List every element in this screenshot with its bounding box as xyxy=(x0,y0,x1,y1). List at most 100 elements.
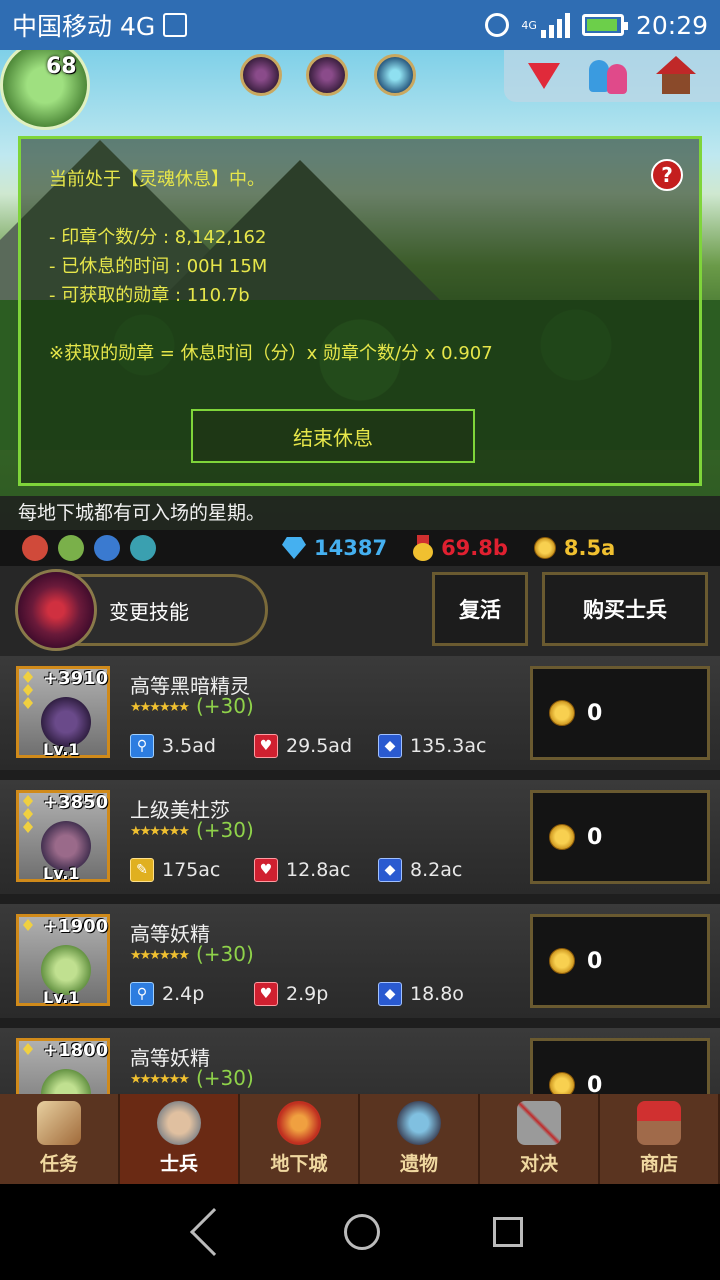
hero-icon[interactable] xyxy=(94,535,120,561)
friends-icon[interactable] xyxy=(587,56,629,96)
bottom-tab-bar: 任务 士兵 地下城 遗物 对决 商店 xyxy=(0,1094,720,1184)
buy-soldier-button[interactable]: 购买士兵 xyxy=(542,572,708,646)
tip-bar: 每地下城都有可入场的星期。 xyxy=(0,496,720,530)
hero-icon[interactable] xyxy=(58,535,84,561)
image-notification-icon xyxy=(163,13,188,37)
soldier-bonus: +3910 xyxy=(43,668,109,689)
dungeon-icon xyxy=(277,1101,321,1145)
clock: 20:29 xyxy=(635,10,708,40)
android-nav-bar xyxy=(0,1184,720,1280)
soldier-level: Lv.1 xyxy=(43,988,80,1007)
soldier-row[interactable]: +1900 Lv.1 高等妖精 ★★★★★★ (+30) ⚲ 2.4p ♥ 2.9p… xyxy=(0,904,720,1018)
soul-rest-dialog: 当前处于【灵魂休息】中。 ? - 印章个数/分 : 8,142,162 - 已休… xyxy=(18,136,702,486)
soldier-portrait[interactable]: +1800 xyxy=(16,1038,110,1094)
soldier-stars: ★★★★★★ xyxy=(130,700,190,715)
help-button[interactable]: ? xyxy=(651,159,683,191)
soldier-stars: ★★★★★★ xyxy=(130,824,190,839)
soldier-icon xyxy=(157,1101,201,1145)
diamond-value: 14387 xyxy=(314,536,388,560)
seals-per-minute: - 印章个数/分 : 8,142,162 xyxy=(49,227,267,248)
buff-orb-icon[interactable] xyxy=(240,54,282,96)
soldier-stars: ★★★★★★ xyxy=(130,948,190,963)
soldier-plus: (+30) xyxy=(196,694,254,718)
change-skill-label: 变更技能 xyxy=(109,599,189,624)
carrier-label: 中国移动 4G xyxy=(12,12,156,41)
shield-icon: ◆ xyxy=(378,858,402,882)
upgrade-cost-button[interactable]: 0 xyxy=(530,790,710,884)
fairy-avatar xyxy=(41,1069,91,1094)
stat-attack: ⚲ 3.5ad xyxy=(130,734,216,758)
hero-icon[interactable] xyxy=(130,535,156,561)
top-menu xyxy=(504,50,720,102)
soldier-plus: (+30) xyxy=(196,1066,254,1090)
battery-icon xyxy=(581,14,628,36)
heart-icon: ♥ xyxy=(254,982,278,1006)
stat-defense: ◆ 8.2ac xyxy=(378,858,462,882)
stat-hp: ♥ 29.5ad xyxy=(254,734,352,758)
soldier-row[interactable]: +1800 高等妖精 ★★★★★★ (+30) 0 xyxy=(0,1028,720,1094)
soldier-list: +3910 Lv.1 高等黑暗精灵 ★★★★★★ (+30) ⚲ 3.5ad ♥ 2… xyxy=(0,656,720,1094)
diamond-counter: 14387 xyxy=(282,536,387,560)
soldier-row[interactable]: +3850 Lv.1 上级美杜莎 ★★★★★★ (+30) ✎ 175ac ♥ 12… xyxy=(0,780,720,894)
coin-icon xyxy=(549,824,575,850)
coin-icon xyxy=(549,700,575,726)
rest-formula: ※获取的勋章 = 休息时间（分）x 勋章个数/分 x 0.907 xyxy=(49,343,493,364)
soldier-bonus: +1800 xyxy=(43,1040,109,1061)
tab-quests[interactable]: 任务 xyxy=(0,1094,120,1184)
soldier-stars: ★★★★★★ xyxy=(130,1072,190,1087)
back-icon[interactable] xyxy=(189,1207,238,1257)
tab-relics[interactable]: 遗物 xyxy=(360,1094,480,1184)
skill-icon xyxy=(15,569,97,651)
scroll-icon xyxy=(37,1101,81,1145)
upgrade-cost-button[interactable]: 0 xyxy=(530,914,710,1008)
soldier-bonus: +1900 xyxy=(43,916,109,937)
stat-defense: ◆ 18.8o xyxy=(378,982,464,1006)
medal-counter: 69.8b xyxy=(413,535,508,561)
diamond-icon xyxy=(282,537,306,559)
action-row: 变更技能 复活 购买士兵 xyxy=(0,566,720,656)
spirit-orb-icon[interactable] xyxy=(374,54,416,96)
magnifier-icon: ⚲ xyxy=(130,734,154,758)
resource-bar: 14387 69.8b 8.5a xyxy=(0,530,720,566)
network-type-label: 4G xyxy=(521,18,537,32)
home-circle-icon[interactable] xyxy=(343,1214,380,1250)
soldier-bonus: +3850 xyxy=(43,792,109,813)
shield-icon: ◆ xyxy=(378,982,402,1006)
upgrade-cost-button[interactable]: 0 xyxy=(530,1038,710,1094)
tab-soldiers[interactable]: 士兵 xyxy=(120,1094,240,1184)
recent-apps-icon[interactable] xyxy=(493,1217,524,1247)
upgrade-cost-button[interactable]: 0 xyxy=(530,666,710,760)
hero-icon[interactable] xyxy=(22,535,48,561)
tab-shop[interactable]: 商店 xyxy=(600,1094,720,1184)
tab-duel[interactable]: 对决 xyxy=(480,1094,600,1184)
dropdown-triangle-icon[interactable] xyxy=(527,63,560,89)
relic-icon xyxy=(397,1101,441,1145)
coin-icon xyxy=(533,537,556,559)
soldier-plus: (+30) xyxy=(196,818,254,842)
status-bar: 中国移动 4G 4G 20:29 xyxy=(0,0,720,50)
soldier-portrait[interactable]: +3850 Lv.1 xyxy=(16,790,110,883)
tab-dungeon[interactable]: 地下城 xyxy=(240,1094,360,1184)
change-skill-button[interactable]: 变更技能 xyxy=(15,569,268,651)
shield-icon: ◆ xyxy=(378,734,402,758)
soldier-level: Lv.1 xyxy=(43,864,80,883)
soldier-row[interactable]: +3910 Lv.1 高等黑暗精灵 ★★★★★★ (+30) ⚲ 3.5ad ♥ 2… xyxy=(0,656,720,770)
coin-icon xyxy=(549,948,575,974)
player-level: 68 xyxy=(46,54,77,79)
stat-attack: ⚲ 2.4p xyxy=(130,982,204,1006)
stat-hp: ♥ 2.9p xyxy=(254,982,328,1006)
magnifier-icon: ⚲ xyxy=(130,982,154,1006)
medal-icon xyxy=(413,535,434,561)
home-icon[interactable] xyxy=(656,56,697,96)
stat-defense: ◆ 135.3ac xyxy=(378,734,486,758)
end-rest-button[interactable]: 结束休息 xyxy=(191,409,475,463)
stat-hp: ♥ 12.8ac xyxy=(254,858,350,882)
soldier-portrait[interactable]: +1900 Lv.1 xyxy=(16,914,110,1007)
signal-icon xyxy=(540,12,570,38)
buff-orb-icon[interactable] xyxy=(306,54,348,96)
heart-icon: ♥ xyxy=(254,734,278,758)
swords-icon xyxy=(517,1101,561,1145)
medal-value: 69.8b xyxy=(441,536,508,560)
revive-button[interactable]: 复活 xyxy=(432,572,528,646)
soldier-portrait[interactable]: +3910 Lv.1 xyxy=(16,666,110,759)
